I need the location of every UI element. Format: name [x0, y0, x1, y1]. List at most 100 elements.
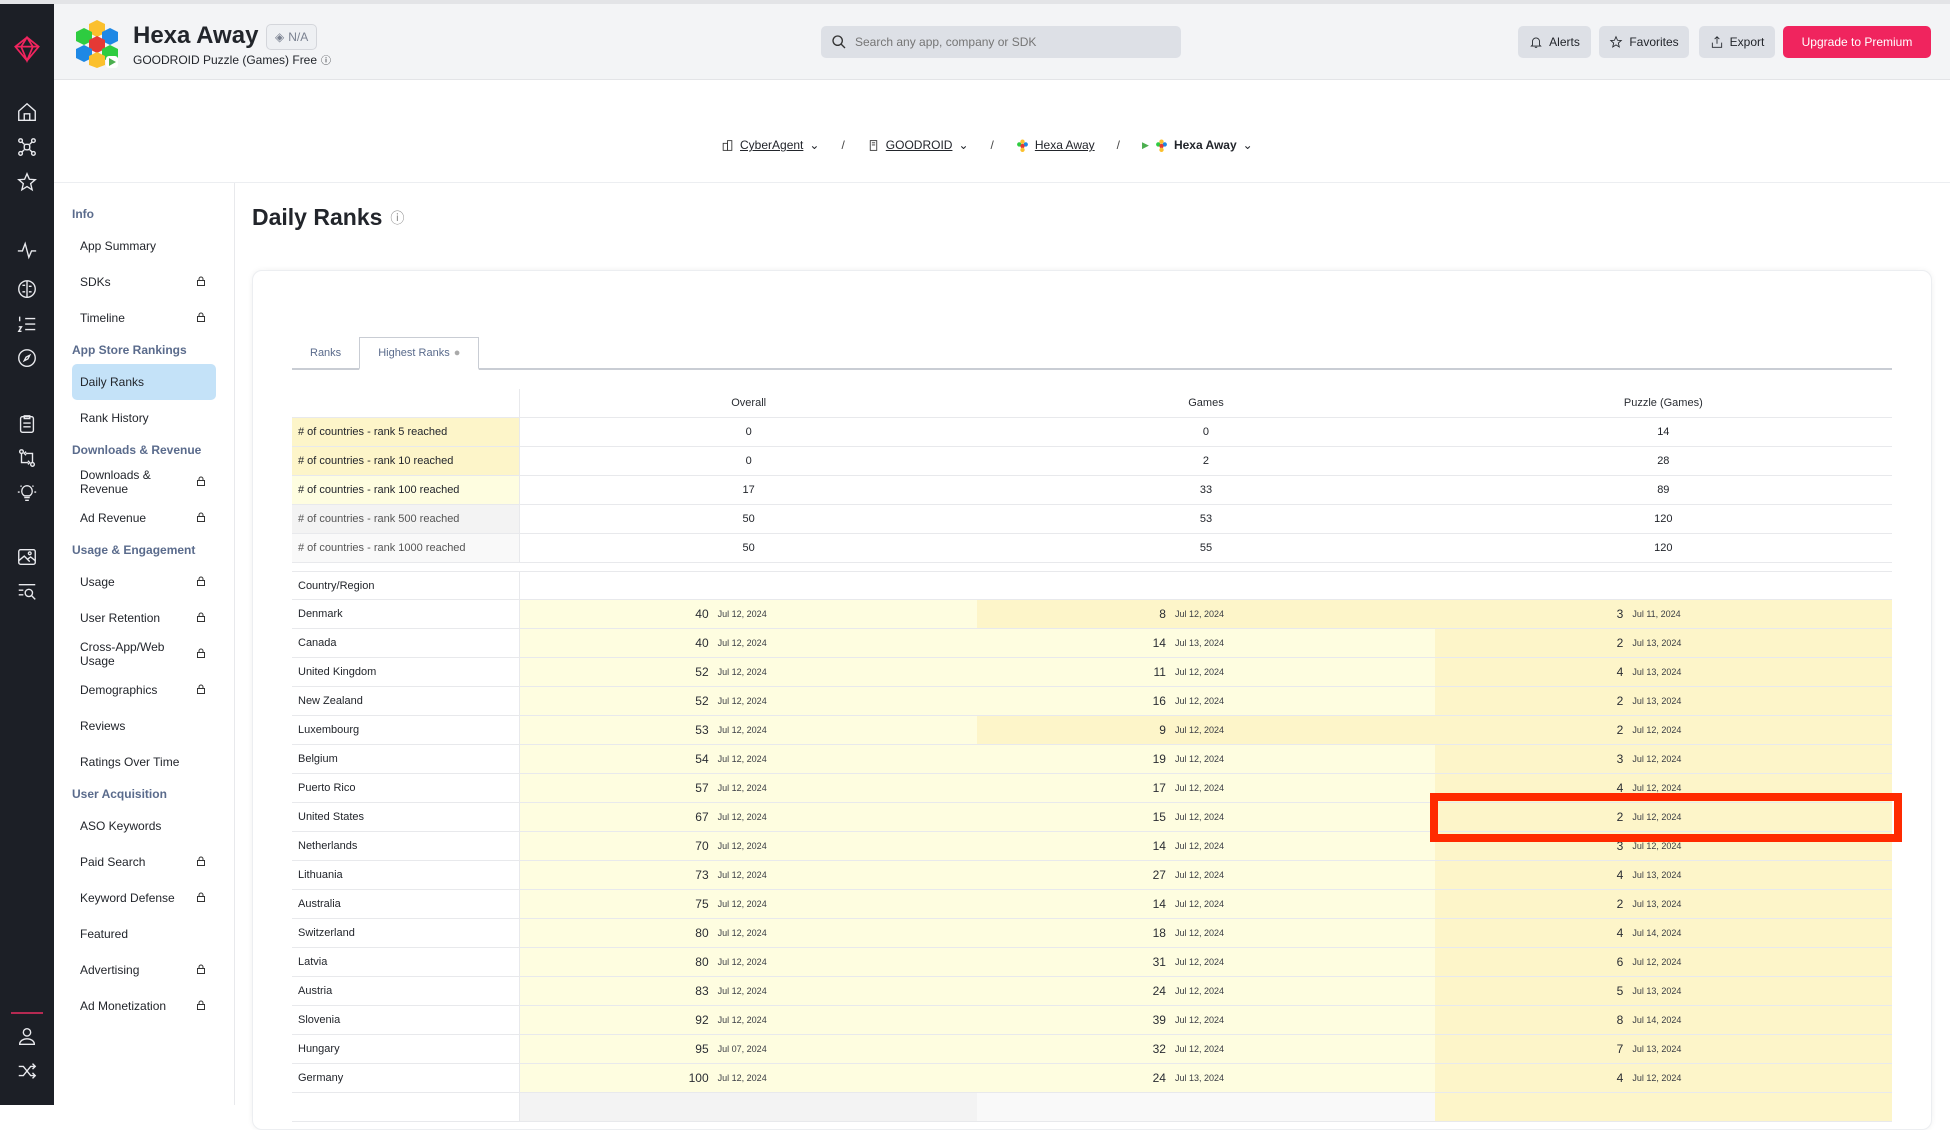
rank-cell-games[interactable]: 24 Jul 12, 2024 [977, 977, 1435, 1005]
breadcrumb-publisher[interactable]: GOODROID ⌄ [867, 138, 969, 152]
alerts-button[interactable]: Alerts [1518, 26, 1591, 58]
rank-cell-overall[interactable]: 40 Jul 12, 2024 [520, 600, 978, 628]
upgrade-button[interactable]: Upgrade to Premium [1783, 26, 1931, 58]
breadcrumb-app-store[interactable]: ▶ Hexa Away ⌄ [1142, 138, 1253, 152]
brain-icon[interactable] [15, 277, 39, 301]
chevron-down-icon[interactable]: ⌄ [1243, 138, 1253, 152]
search-box[interactable] [821, 26, 1181, 58]
compare-icon[interactable] [15, 446, 39, 470]
rank-cell-overall[interactable]: 70 Jul 12, 2024 [520, 832, 978, 860]
rank-cell-puzzle-games[interactable]: 2 Jul 12, 2024 [1434, 803, 1892, 831]
sidebar-item-ad-monetization[interactable]: Ad Monetization [72, 988, 216, 1024]
rank-cell-overall[interactable]: 54 Jul 12, 2024 [520, 745, 978, 773]
tab-ranks[interactable]: Ranks [292, 337, 359, 368]
sidebar-item-rank-history[interactable]: Rank History [72, 400, 216, 436]
rank-cell-overall[interactable]: 80 Jul 12, 2024 [520, 919, 978, 947]
rank-cell-games[interactable]: 14 Jul 12, 2024 [977, 890, 1435, 918]
lightbulb-icon[interactable] [15, 481, 39, 505]
rank-cell-overall[interactable]: 95 Jul 07, 2024 [520, 1035, 978, 1063]
rank-cell-puzzle-games[interactable]: 3 Jul 12, 2024 [1434, 832, 1892, 860]
rank-cell-puzzle-games[interactable]: 6 Jul 12, 2024 [1434, 948, 1892, 976]
numbered-list-icon[interactable] [15, 312, 39, 336]
sidebar-item-usage[interactable]: Usage [72, 564, 216, 600]
rank-cell-games[interactable]: 14 Jul 13, 2024 [977, 629, 1435, 657]
shuffle-icon[interactable] [15, 1059, 39, 1083]
sidebar-item-keyword-defense[interactable]: Keyword Defense [72, 880, 216, 916]
rank-cell-puzzle-games[interactable]: 5 Jul 13, 2024 [1434, 977, 1892, 1005]
column-header-games[interactable]: Games [977, 389, 1434, 417]
rank-cell-puzzle-games[interactable]: 2 Jul 13, 2024 [1434, 629, 1892, 657]
rank-cell-overall[interactable]: 40 Jul 12, 2024 [520, 629, 978, 657]
compass-icon[interactable] [15, 346, 39, 370]
chevron-down-icon[interactable]: ⌄ [958, 138, 968, 152]
rank-cell-games[interactable]: 14 Jul 12, 2024 [977, 832, 1435, 860]
breadcrumb-app-label[interactable]: Hexa Away [1035, 138, 1095, 152]
activity-icon[interactable] [15, 238, 39, 262]
rank-cell-games[interactable]: 17 Jul 12, 2024 [977, 774, 1435, 802]
rank-cell-puzzle-games[interactable]: 3 Jul 11, 2024 [1434, 600, 1892, 628]
sidebar-item-advertising[interactable]: Advertising [72, 952, 216, 988]
rank-cell-puzzle-games[interactable]: 4 Jul 13, 2024 [1434, 658, 1892, 686]
sidebar-item-timeline[interactable]: Timeline [72, 300, 216, 336]
rank-cell-games[interactable]: 39 Jul 12, 2024 [977, 1006, 1435, 1034]
help-icon[interactable]: ● [454, 347, 461, 359]
sidebar-item-reviews[interactable]: Reviews [72, 708, 216, 744]
rank-cell-puzzle-games[interactable]: 4 Jul 12, 2024 [1434, 1064, 1892, 1092]
breadcrumb-app[interactable]: Hexa Away [1016, 138, 1095, 152]
rank-cell-games[interactable]: 16 Jul 12, 2024 [977, 687, 1435, 715]
image-icon[interactable] [15, 545, 39, 569]
help-icon[interactable]: ⓘ [390, 208, 404, 228]
breadcrumb-publisher-label[interactable]: GOODROID [886, 138, 953, 152]
sidebar-item-ratings-over-time[interactable]: Ratings Over Time [72, 744, 216, 780]
star-icon[interactable] [15, 170, 39, 194]
rank-cell-puzzle-games[interactable]: 4 Jul 12, 2024 [1434, 774, 1892, 802]
rank-cell-overall[interactable]: 57 Jul 12, 2024 [520, 774, 978, 802]
rank-cell-games[interactable]: 32 Jul 12, 2024 [977, 1035, 1435, 1063]
sidebar-item-app-summary[interactable]: App Summary [72, 228, 216, 264]
rank-cell-puzzle-games[interactable]: 2 Jul 13, 2024 [1434, 687, 1892, 715]
rank-cell-puzzle-games[interactable]: 4 Jul 13, 2024 [1434, 861, 1892, 889]
rank-cell-puzzle-games[interactable]: 2 Jul 12, 2024 [1434, 716, 1892, 744]
rank-cell-overall[interactable]: 52 Jul 12, 2024 [520, 658, 978, 686]
column-header-overall[interactable]: Overall [520, 389, 977, 417]
column-header-puzzle-games[interactable]: Puzzle (Games) [1435, 389, 1892, 417]
rank-cell-overall[interactable]: 67 Jul 12, 2024 [520, 803, 978, 831]
sidebar-item-cross-app-web-usage[interactable]: Cross-App/Web Usage [72, 636, 216, 672]
rank-cell-overall[interactable]: 92 Jul 12, 2024 [520, 1006, 978, 1034]
sidebar-item-daily-ranks[interactable]: Daily Ranks [72, 364, 216, 400]
rank-cell-overall[interactable]: 53 Jul 12, 2024 [520, 716, 978, 744]
user-icon[interactable] [15, 1024, 39, 1048]
home-icon[interactable] [15, 100, 39, 124]
rank-cell-puzzle-games[interactable]: 3 Jul 12, 2024 [1434, 745, 1892, 773]
tab-highest-ranks[interactable]: Highest Ranks ● [359, 337, 480, 370]
sidebar-item-featured[interactable]: Featured [72, 916, 216, 952]
rank-cell-puzzle-games[interactable]: 2 Jul 13, 2024 [1434, 890, 1892, 918]
logo-diamond-icon[interactable] [12, 34, 42, 64]
favorites-button[interactable]: Favorites [1599, 26, 1689, 58]
rank-cell-overall[interactable]: 80 Jul 12, 2024 [520, 948, 978, 976]
network-icon[interactable] [15, 135, 39, 159]
rank-cell-games[interactable]: 9 Jul 12, 2024 [977, 716, 1435, 744]
rank-cell-overall[interactable]: 52 Jul 12, 2024 [520, 687, 978, 715]
rank-cell-games[interactable]: 15 Jul 12, 2024 [977, 803, 1435, 831]
sidebar-item-downloads-revenue[interactable]: Downloads & Revenue [72, 464, 216, 500]
rank-cell-games[interactable]: 11 Jul 12, 2024 [977, 658, 1435, 686]
rank-cell-games[interactable]: 8 Jul 12, 2024 [977, 600, 1435, 628]
rank-cell-overall[interactable]: 83 Jul 12, 2024 [520, 977, 978, 1005]
search-list-icon[interactable] [15, 580, 39, 604]
rank-cell-games[interactable]: 24 Jul 13, 2024 [977, 1064, 1435, 1092]
rank-cell-puzzle-games[interactable]: 7 Jul 13, 2024 [1434, 1035, 1892, 1063]
search-input[interactable] [855, 35, 1155, 49]
rating-badge[interactable]: ◈ N/A [266, 24, 318, 50]
rank-cell-games[interactable]: 31 Jul 12, 2024 [977, 948, 1435, 976]
clipboard-icon[interactable] [15, 412, 39, 436]
breadcrumb-company-label[interactable]: CyberAgent [740, 138, 803, 152]
sidebar-item-sdks[interactable]: SDKs [72, 264, 216, 300]
rank-cell-overall[interactable]: 73 Jul 12, 2024 [520, 861, 978, 889]
sidebar-item-ad-revenue[interactable]: Ad Revenue [72, 500, 216, 536]
sidebar-item-paid-search[interactable]: Paid Search [72, 844, 216, 880]
breadcrumb-company[interactable]: CyberAgent ⌄ [721, 138, 819, 152]
rank-cell-games[interactable]: 19 Jul 12, 2024 [977, 745, 1435, 773]
export-button[interactable]: Export [1699, 26, 1775, 58]
sidebar-item-user-retention[interactable]: User Retention [72, 600, 216, 636]
